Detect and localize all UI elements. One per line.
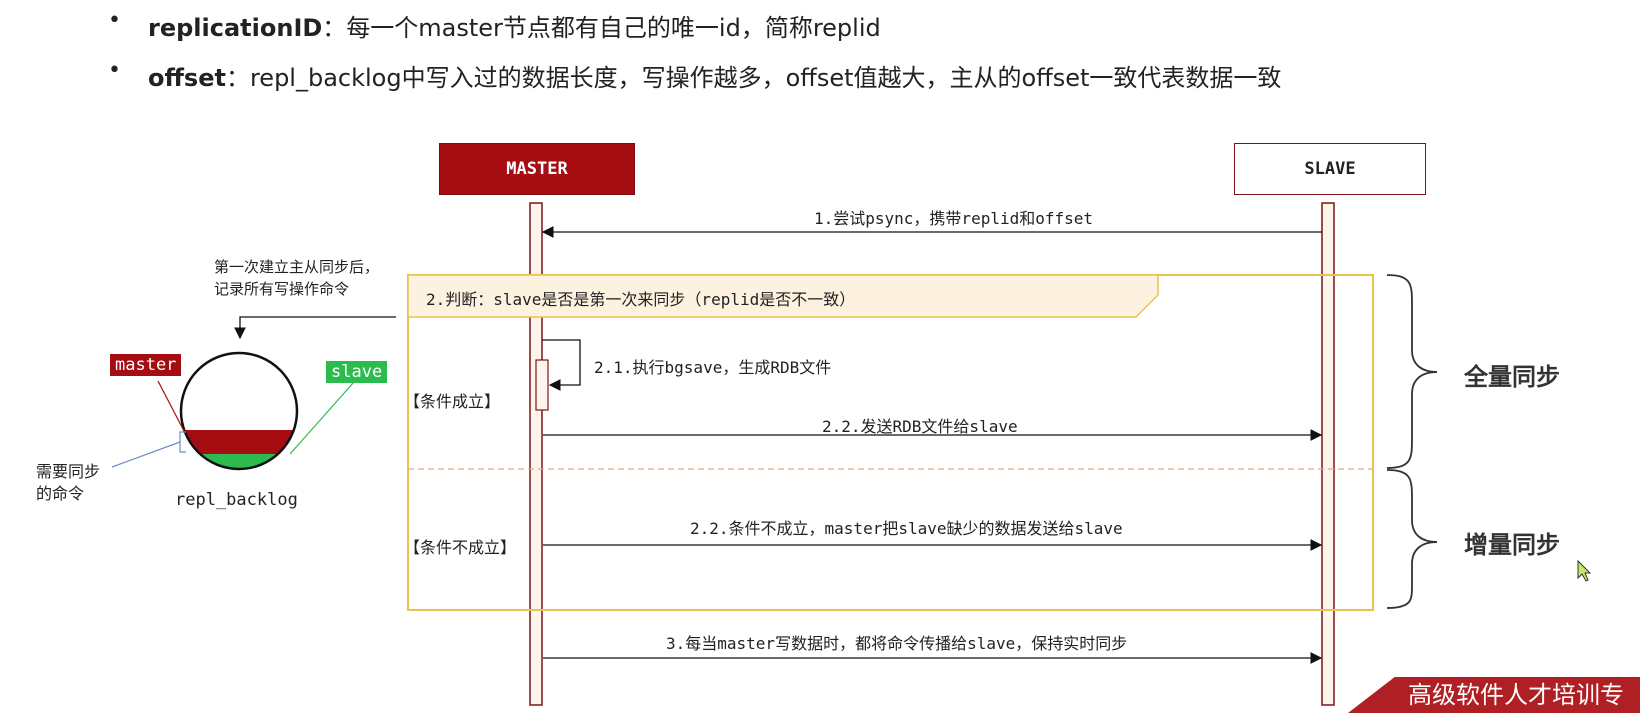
label-send-rdb: 2.2.发送RDB文件给slave <box>822 417 1018 436</box>
backlog-name: repl_backlog <box>175 490 298 510</box>
slave-lifeline <box>1321 202 1335 706</box>
condition-frame <box>407 274 1374 611</box>
mouse-cursor-icon <box>1577 559 1592 582</box>
incremental-sync-brace <box>1386 469 1438 609</box>
backlog-note-arrow <box>234 316 396 340</box>
need-sync-line2: 的命令 <box>36 484 85 503</box>
label-psync: 1.尝试psync，携带replid和offset <box>814 209 1094 228</box>
backlog-note-line2: 记录所有写操作命令 <box>214 280 350 298</box>
label-propagate: 3.每当master写数据时，都将命令传播给slave，保持实时同步 <box>666 634 1128 653</box>
slave-tag: slave <box>326 361 388 383</box>
full-sync-label: 全量同步 <box>1464 363 1560 391</box>
bgsave-activation <box>535 359 549 411</box>
label-bgsave: 2.1.执行bgsave，生成RDB文件 <box>594 358 832 377</box>
incremental-sync-label: 增量同步 <box>1464 531 1560 559</box>
master-actor: MASTER <box>439 143 635 195</box>
backlog-slave-fill <box>181 454 297 469</box>
footer-banner: 高级软件人才培训专 <box>1348 677 1640 713</box>
label-send-missing: 2.2.条件不成立，master把slave缺少的数据发送给slave <box>690 519 1123 538</box>
condition-false-label: 【条件不成立】 <box>404 538 517 557</box>
master-tag: master <box>110 354 182 376</box>
backlog-note-line1: 第一次建立主从同步后， <box>214 258 380 276</box>
label-judge: 2.判断：slave是否是第一次来同步（replid是否不一致） <box>426 290 856 309</box>
full-sync-brace <box>1386 274 1438 469</box>
need-sync-line1: 需要同步 <box>36 462 101 481</box>
condition-true-label: 【条件成立】 <box>404 392 501 411</box>
slave-actor: SLAVE <box>1234 143 1426 195</box>
